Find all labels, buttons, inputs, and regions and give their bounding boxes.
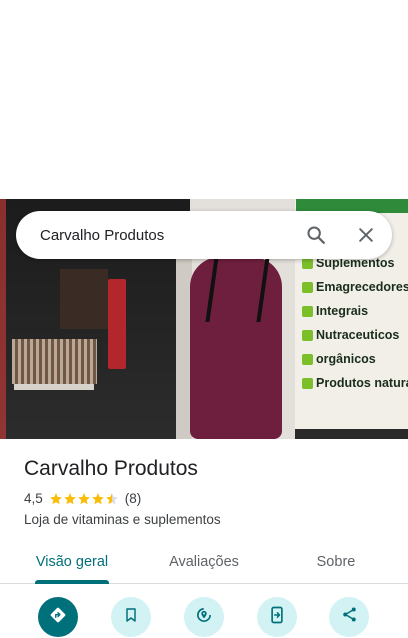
photo-basket [12, 339, 97, 384]
tab-reviews[interactable]: Avaliações [152, 540, 256, 583]
close-icon[interactable] [346, 215, 386, 255]
send-to-phone-icon [269, 606, 285, 629]
star-icon [91, 492, 104, 504]
photo-edge [0, 199, 6, 439]
check-icon [302, 281, 313, 293]
photo-rack [60, 269, 108, 329]
bookmark-icon [123, 607, 139, 628]
star-icon [105, 492, 118, 504]
photo-sign-item: Produtos naturais [302, 371, 408, 395]
photo-sign-item: Integrais [302, 299, 408, 323]
star-icon [49, 492, 62, 504]
search-query[interactable]: Carvalho Produtos [40, 227, 296, 244]
review-count[interactable]: (8) [125, 491, 142, 506]
share-button[interactable] [329, 597, 369, 637]
rating-stars [49, 492, 119, 506]
rating-value: 4,5 [24, 491, 43, 506]
tab-bar: Visão geral Avaliações Sobre [0, 540, 408, 584]
photo-table [14, 384, 94, 390]
place-category[interactable]: Loja de vitaminas e suplementos [24, 512, 221, 527]
check-icon [302, 377, 313, 389]
save-button[interactable] [111, 597, 151, 637]
send-to-phone-button[interactable] [257, 597, 297, 637]
tab-overview[interactable]: Visão geral [20, 540, 124, 583]
tab-about[interactable]: Sobre [284, 540, 388, 583]
check-icon [302, 257, 313, 269]
star-icon [63, 492, 76, 504]
check-icon [302, 305, 313, 317]
photo-sign-list: Suplementos Emagrecedores Integrais Nutr… [302, 251, 408, 395]
share-icon [341, 606, 358, 628]
place-title: Carvalho Produtos [24, 457, 198, 480]
directions-icon [49, 606, 67, 629]
nearby-button[interactable] [184, 597, 224, 637]
photo-sign-item: Emagrecedores [302, 275, 408, 299]
search-icon[interactable] [296, 215, 336, 255]
rating-row[interactable]: 4,5 (8) [24, 491, 141, 506]
star-icon [77, 492, 90, 504]
check-icon [302, 329, 313, 341]
photo-red-garment [108, 279, 126, 369]
search-bar[interactable]: Carvalho Produtos [16, 211, 392, 259]
directions-button[interactable] [38, 597, 78, 637]
active-tab-indicator [35, 580, 109, 584]
check-icon [302, 353, 313, 365]
photo-sign-item: orgânicos [302, 347, 408, 371]
photo-mannequin-straps [205, 257, 270, 322]
photo-sign-item: Nutraceuticos [302, 323, 408, 347]
map-area[interactable] [0, 0, 408, 199]
nearby-icon [195, 606, 213, 629]
action-bar [0, 597, 408, 638]
